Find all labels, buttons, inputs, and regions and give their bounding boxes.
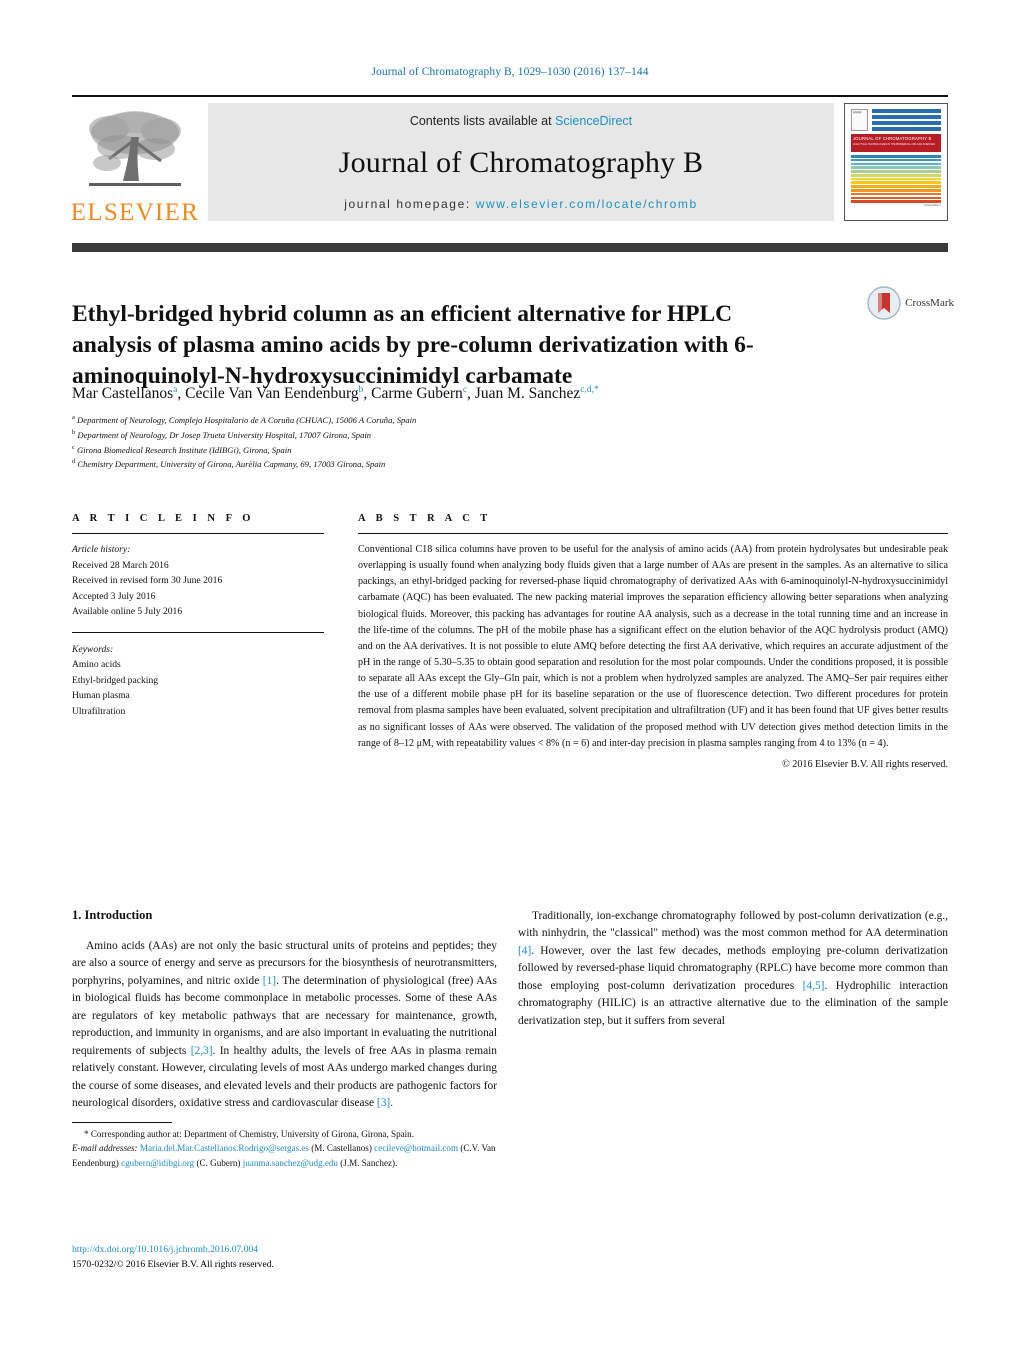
author-list: Mar Castellanosa, Cecile Van Van Eendenb… bbox=[72, 385, 599, 403]
title-divider bbox=[72, 243, 948, 252]
affiliation-marker: c bbox=[72, 443, 75, 451]
journal-cover-thumbnail[interactable]: ▤▤▤ JOURNAL OF CHROMATOGRAPHY B ANALYTIC… bbox=[844, 103, 948, 221]
cover-banner-title: JOURNAL OF CHROMATOGRAPHY B bbox=[853, 136, 932, 141]
homepage-prefix: journal homepage: bbox=[344, 197, 476, 211]
cover-badge-icon: ▤▤▤ bbox=[851, 109, 868, 131]
footnote-block: * Corresponding author at: Department of… bbox=[72, 1127, 502, 1170]
elsevier-wordmark: ELSEVIER bbox=[70, 199, 200, 226]
doi-link[interactable]: http://dx.doi.org/10.1016/j.jchromb.2016… bbox=[72, 1243, 502, 1258]
article-info-divider bbox=[72, 533, 324, 534]
elsevier-tree-icon bbox=[89, 111, 181, 186]
cover-banner: JOURNAL OF CHROMATOGRAPHY B ANALYTICAL T… bbox=[851, 134, 941, 152]
body-column-left: 1. Introduction Amino acids (AAs) are no… bbox=[72, 908, 497, 1112]
abstract-panel: A B S T R A C T Conventional C18 silica … bbox=[358, 513, 948, 770]
email-address[interactable]: cgubern@idibgi.org bbox=[121, 1158, 194, 1168]
author-name: Mar Castellanos bbox=[72, 385, 174, 403]
affiliation-text: Girona Biomedical Research Institute (Id… bbox=[77, 444, 292, 455]
crossmark-label: CrossMark bbox=[905, 297, 954, 309]
keywords-divider bbox=[72, 631, 324, 633]
citation-ref-1[interactable]: [1] bbox=[263, 975, 276, 987]
email-address[interactable]: juanma.sanchez@udg.edu bbox=[243, 1158, 338, 1168]
running-head: Journal of Chromatography B, 1029–1030 (… bbox=[371, 66, 649, 78]
citation-ref-3[interactable]: [3] bbox=[377, 1097, 390, 1109]
affiliation-marker: b bbox=[72, 428, 76, 436]
body-column-right: Traditionally, ion-exchange chromatograp… bbox=[518, 908, 948, 1030]
elsevier-logo: ELSEVIER bbox=[70, 103, 200, 226]
cover-banner-subtitle: ANALYTICAL TECHNOLOGIES IN THE BIOMEDICA… bbox=[853, 143, 935, 146]
doi-block: http://dx.doi.org/10.1016/j.jchromb.2016… bbox=[72, 1243, 502, 1273]
journal-title: Journal of Chromatography B bbox=[338, 145, 704, 179]
author-affiliation-marker: b bbox=[358, 385, 364, 395]
footnote-divider bbox=[72, 1122, 172, 1123]
affiliation-item: b Department of Neurology, Dr Josep True… bbox=[72, 428, 772, 443]
article-first-page: Journal of Chromatography B, 1029–1030 (… bbox=[0, 0, 1020, 1351]
email-owner: (J.M. Sanchez). bbox=[340, 1157, 398, 1168]
affiliation-marker: a bbox=[72, 414, 75, 421]
issn-copyright-line: 1570-0232/© 2016 Elsevier B.V. All right… bbox=[72, 1258, 274, 1270]
email-address[interactable]: cecileve@hotmail.com bbox=[374, 1143, 458, 1153]
author-affiliation-marker: a bbox=[173, 385, 178, 395]
crossmark-icon bbox=[867, 286, 901, 320]
affiliation-marker: d bbox=[72, 458, 76, 466]
author-name: Cecile Van Van Eendenburg bbox=[185, 385, 359, 403]
article-info-panel: A R T I C L E I N F O Article history: R… bbox=[72, 513, 324, 719]
history-item: Received in revised form 30 June 2016 bbox=[72, 575, 223, 587]
abstract-divider bbox=[358, 533, 948, 534]
citation-ref-4[interactable]: [4] bbox=[518, 945, 531, 957]
affiliation-text: Department of Neurology, Dr Josep Trueta… bbox=[77, 429, 372, 440]
cover-top-bars bbox=[872, 109, 941, 131]
intro-paragraph-2: Traditionally, ion-exchange chromatograp… bbox=[518, 908, 948, 1030]
cover-top-row: ▤▤▤ bbox=[851, 109, 941, 131]
affiliation-text: Department of Neurology, Complejo Hospit… bbox=[77, 414, 417, 425]
history-item: Available online 5 July 2016 bbox=[72, 606, 183, 618]
author-affiliation-marker: c,d,* bbox=[580, 385, 599, 395]
affiliation-item: c Girona Biomedical Research Institute (… bbox=[72, 443, 772, 458]
contents-prefix: Contents lists available at bbox=[409, 114, 556, 128]
contents-list-line: Contents lists available at ScienceDirec… bbox=[410, 114, 632, 128]
article-history-label: Article history: bbox=[72, 544, 131, 555]
citation-ref-2-3[interactable]: [2,3] bbox=[191, 1045, 213, 1057]
email-owner: (M. Castellanos) bbox=[311, 1143, 372, 1154]
author-name: Juan M. Sanchez bbox=[474, 385, 581, 403]
citation-ref-4-5[interactable]: [4,5] bbox=[803, 980, 825, 992]
sciencedirect-link[interactable]: ScienceDirect bbox=[555, 114, 632, 128]
intro-p1-part-d: . bbox=[390, 1096, 394, 1109]
email-address[interactable]: Maria.del.Mar.Castellanos.Rodrigo@sergas… bbox=[140, 1143, 309, 1153]
crossmark-badge[interactable]: CrossMark bbox=[867, 286, 954, 320]
affiliation-text: Chemistry Department, University of Giro… bbox=[77, 459, 386, 470]
article-history-group: Article history: Received 28 March 2016 … bbox=[72, 542, 324, 620]
corresponding-author-note: * Corresponding author at: Department of… bbox=[84, 1129, 415, 1139]
keyword-item: Ethyl-bridged packing bbox=[72, 674, 159, 686]
abstract-text: Conventional C18 silica columns have pro… bbox=[358, 544, 948, 749]
cover-footer-text: ScienceDirect bbox=[924, 203, 941, 207]
keyword-item: Ultrafiltration bbox=[72, 705, 126, 717]
abstract-copyright: © 2016 Elsevier B.V. All rights reserved… bbox=[782, 758, 948, 770]
history-item: Accepted 3 July 2016 bbox=[72, 590, 156, 602]
abstract-heading: A B S T R A C T bbox=[358, 513, 492, 524]
intro-p2-part-a: Traditionally, ion-exchange chromatograp… bbox=[518, 910, 948, 940]
keyword-item: Amino acids bbox=[72, 659, 121, 671]
history-item: Received 28 March 2016 bbox=[72, 559, 169, 571]
homepage-link[interactable]: www.elsevier.com/locate/chromb bbox=[476, 197, 698, 211]
email-addresses-label: E-mail addresses: bbox=[72, 1143, 138, 1154]
article-info-heading: A R T I C L E I N F O bbox=[72, 513, 255, 524]
affiliation-list: a Department of Neurology, Complejo Hosp… bbox=[72, 413, 772, 472]
article-title: Ethyl-bridged hybrid column as an effici… bbox=[72, 300, 754, 390]
affiliation-item: a Department of Neurology, Complejo Hosp… bbox=[72, 413, 772, 428]
section-heading-introduction: 1. Introduction bbox=[72, 908, 153, 922]
keywords-group: Keywords: Amino acids Ethyl-bridged pack… bbox=[72, 642, 324, 720]
journal-homepage-line: journal homepage: www.elsevier.com/locat… bbox=[344, 197, 698, 211]
author-name: Carme Gubern bbox=[371, 385, 463, 403]
masthead-center: Contents lists available at ScienceDirec… bbox=[208, 103, 834, 221]
email-owner: (C. Gubern) bbox=[196, 1157, 241, 1168]
intro-paragraph-1: Amino acids (AAs) are not only the basic… bbox=[72, 938, 497, 1112]
affiliation-item: d Chemistry Department, University of Gi… bbox=[72, 457, 772, 472]
journal-masthead: ELSEVIER Contents lists available at Sci… bbox=[70, 95, 948, 226]
keywords-label: Keywords: bbox=[72, 643, 114, 655]
email-addresses-note: E-mail addresses: Maria.del.Mar.Castella… bbox=[72, 1141, 502, 1170]
cover-color-stripes bbox=[851, 155, 941, 203]
author-affiliation-marker: c bbox=[462, 385, 468, 395]
keyword-item: Human plasma bbox=[72, 690, 130, 702]
